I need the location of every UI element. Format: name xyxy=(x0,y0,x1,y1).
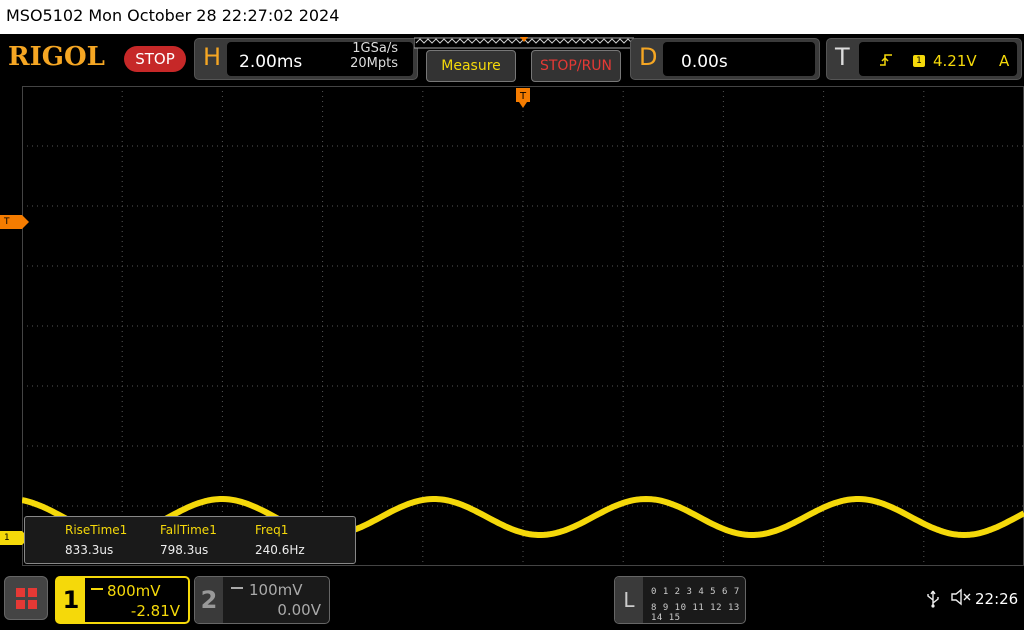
title-bar: MSO5102 Mon October 28 22:27:02 2024 xyxy=(0,0,1024,34)
ch1-scale: 800mV xyxy=(107,582,161,600)
main-menu-button[interactable] xyxy=(4,576,48,620)
digital-channels-high: 8 9 10 11 12 13 14 15 xyxy=(651,603,740,623)
model-datetime-text: MSO5102 Mon October 28 22:27:02 2024 xyxy=(6,6,340,25)
dc-coupling-icon xyxy=(231,587,243,593)
ch1-trace xyxy=(22,496,1024,538)
horizontal-letter: H xyxy=(203,43,222,71)
measurement-item: Freq1 240.6Hz xyxy=(255,523,305,557)
top-toolbar: RIGOL STOP H 2.00ms 1GSa/s 20Mpts Measur… xyxy=(0,34,1024,86)
digital-channels-low: 0 1 2 3 4 5 6 7 xyxy=(651,587,740,597)
logic-analyzer-box[interactable]: L 0 1 2 3 4 5 6 7 8 9 10 11 12 13 14 15 xyxy=(614,576,746,624)
rigol-logo: RIGOL xyxy=(8,42,105,72)
usb-icon xyxy=(926,590,940,612)
ch1-offset-marker[interactable]: 1 xyxy=(0,531,29,545)
speaker-muted-icon[interactable] xyxy=(950,588,972,610)
trigger-position-label: T xyxy=(519,91,527,102)
measurement-name: FallTime1 xyxy=(160,523,217,537)
ch1-offset: -2.81V xyxy=(130,602,180,620)
measurement-value: 798.3us xyxy=(160,543,209,557)
measurement-value: 240.6Hz xyxy=(255,543,305,557)
trigger-mode: A xyxy=(999,52,1010,70)
trigger-level-marker[interactable]: T xyxy=(0,215,29,229)
ch2-number: 2 xyxy=(195,577,223,623)
delay-panel[interactable]: D 0.00s xyxy=(630,38,820,80)
timebase-value: 2.00ms xyxy=(239,52,303,72)
stop-run-button[interactable]: STOP/RUN xyxy=(531,50,621,82)
menu-grid-icon xyxy=(16,588,38,610)
waveform-display[interactable] xyxy=(22,86,1024,566)
ch2-settings-box[interactable]: 2 100mV 0.00V xyxy=(194,576,330,624)
trigger-letter: T xyxy=(835,43,850,71)
trigger-level: 4.21V xyxy=(933,52,977,70)
memory-position-strip xyxy=(414,37,634,49)
run-state-badge[interactable]: STOP xyxy=(124,46,186,72)
trigger-position-marker[interactable]: T xyxy=(516,88,530,108)
ch1-number: 1 xyxy=(57,578,85,622)
measurement-item: FallTime1 798.3us xyxy=(160,523,217,557)
measurement-panel[interactable]: RiseTime1 833.3us FallTime1 798.3us Freq… xyxy=(24,516,356,564)
ch2-offset: 0.00V xyxy=(277,601,321,619)
logic-analyzer-letter: L xyxy=(615,577,643,623)
bottom-bar: 1 800mV -2.81V 2 100mV 0.00V L 0 1 2 3 4… xyxy=(0,566,1024,630)
measurement-value: 833.3us xyxy=(65,543,114,557)
system-clock: 22:26 xyxy=(975,590,1019,608)
measure-button[interactable]: Measure xyxy=(426,50,516,82)
delay-letter: D xyxy=(639,43,658,71)
memory-depth: 20Mpts xyxy=(350,56,398,71)
sample-rate: 1GSa/s xyxy=(352,41,398,56)
trigger-source-badge: 1 xyxy=(913,55,925,67)
ch2-scale: 100mV xyxy=(249,581,303,599)
dc-coupling-icon xyxy=(91,588,103,594)
measurement-name: Freq1 xyxy=(255,523,289,537)
measurement-item: RiseTime1 833.3us xyxy=(65,523,127,557)
trigger-panel[interactable]: T 1 4.21V A xyxy=(826,38,1022,80)
ch1-settings-box[interactable]: 1 800mV -2.81V xyxy=(55,576,190,624)
rising-edge-icon xyxy=(879,53,893,71)
measurement-name: RiseTime1 xyxy=(65,523,128,537)
delay-value: 0.00s xyxy=(681,52,728,72)
acquisition-info: 1GSa/s 20Mpts xyxy=(300,41,398,71)
